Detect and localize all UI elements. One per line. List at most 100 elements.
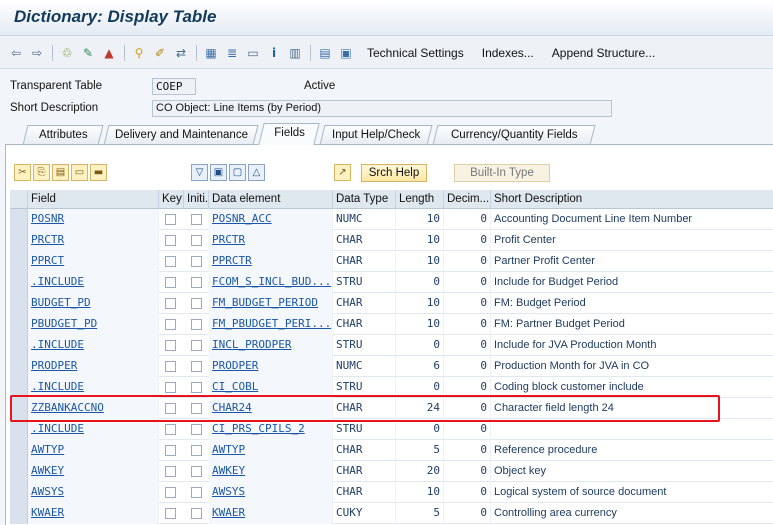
length-cell[interactable]: 0 xyxy=(396,419,444,440)
column-header-data-element[interactable]: Data element xyxy=(209,190,333,209)
row-selector[interactable] xyxy=(10,461,28,482)
initial-values-checkbox[interactable] xyxy=(191,487,202,498)
field-name-cell[interactable]: PRCTR xyxy=(28,230,159,251)
initial-values-checkbox[interactable] xyxy=(191,277,202,288)
decimals-cell[interactable]: 0 xyxy=(444,272,491,293)
key-checkbox[interactable] xyxy=(165,319,176,330)
table-row[interactable]: PBUDGET_PD FM_PBUDGET_PERI... CHAR 10 0 FM: P… xyxy=(10,314,773,335)
column-header-data-type[interactable]: Data Type xyxy=(333,190,396,209)
row-selector[interactable] xyxy=(10,377,28,398)
row-selector[interactable] xyxy=(10,419,28,440)
data-element-cell[interactable]: PRODPER xyxy=(209,356,333,377)
built-in-type-button[interactable]: Built-In Type xyxy=(454,164,550,182)
decimals-cell[interactable]: 0 xyxy=(444,461,491,482)
key-checkbox[interactable] xyxy=(165,214,176,225)
length-cell[interactable]: 10 xyxy=(396,293,444,314)
column-header-decimals[interactable]: Decim... xyxy=(444,190,491,209)
data-element-cell[interactable]: CHAR24 xyxy=(209,398,333,419)
key-checkbox[interactable] xyxy=(165,340,176,351)
table-row[interactable]: KWAER KWAER CUKY 5 0 Controlling area currenc… xyxy=(10,503,773,524)
display-change-icon[interactable]: ✎ xyxy=(80,45,96,61)
row-selector[interactable] xyxy=(10,335,28,356)
initial-values-checkbox[interactable] xyxy=(191,445,202,456)
indexes-button[interactable]: Indexes... xyxy=(482,46,534,60)
tab-input-help-check[interactable]: Input Help/Check xyxy=(319,125,433,145)
edit-object-icon[interactable]: ✐ xyxy=(152,45,168,61)
copy-icon[interactable]: ⎘ xyxy=(33,164,50,181)
tab-attributes[interactable]: Attributes xyxy=(22,125,104,145)
key-checkbox[interactable] xyxy=(165,256,176,267)
data-type-cell[interactable]: STRU xyxy=(333,272,396,293)
key-checkbox[interactable] xyxy=(165,298,176,309)
decimals-cell[interactable]: 0 xyxy=(444,293,491,314)
data-type-cell[interactable]: CHAR xyxy=(333,440,396,461)
length-cell[interactable]: 5 xyxy=(396,440,444,461)
column-header-short-description[interactable]: Short Description xyxy=(491,190,773,209)
data-type-cell[interactable]: CHAR xyxy=(333,482,396,503)
short-description-field[interactable]: CO Object: Line Items (by Period) xyxy=(152,100,612,117)
field-name-cell[interactable]: AWSYS xyxy=(28,482,159,503)
length-cell[interactable]: 0 xyxy=(396,377,444,398)
tab-delivery-maintenance[interactable]: Delivery and Maintenance xyxy=(103,125,259,145)
row-selector[interactable] xyxy=(10,230,28,251)
technical-settings-button[interactable]: Technical Settings xyxy=(367,46,464,60)
data-type-cell[interactable]: CHAR xyxy=(333,398,396,419)
row-selector[interactable] xyxy=(10,482,28,503)
decimals-cell[interactable]: 0 xyxy=(444,503,491,524)
column-header-key[interactable]: Key xyxy=(159,190,184,209)
field-name-cell[interactable]: ZZBANKACCNO xyxy=(28,398,159,419)
decimals-cell[interactable]: 0 xyxy=(444,314,491,335)
where-used-icon[interactable]: ⚲ xyxy=(131,45,147,61)
table-row[interactable]: PRCTR PRCTR CHAR 10 0 Profit Center xyxy=(10,230,773,251)
length-cell[interactable]: 10 xyxy=(396,314,444,335)
initial-values-checkbox[interactable] xyxy=(191,382,202,393)
tab-currency-quantity-fields[interactable]: Currency/Quantity Fields xyxy=(432,125,596,145)
length-cell[interactable]: 10 xyxy=(396,482,444,503)
length-cell[interactable]: 10 xyxy=(396,230,444,251)
length-cell[interactable]: 24 xyxy=(396,398,444,419)
field-name-cell[interactable]: PPRCT xyxy=(28,251,159,272)
data-element-cell[interactable]: FM_PBUDGET_PERI... xyxy=(209,314,333,335)
initial-values-checkbox[interactable] xyxy=(191,340,202,351)
search-help-icon[interactable]: ↗ xyxy=(334,164,351,181)
data-element-cell[interactable]: AWSYS xyxy=(209,482,333,503)
table-row[interactable]: ZZBANKACCNO CHAR24 CHAR 24 0 Character field … xyxy=(10,398,773,419)
key-checkbox[interactable] xyxy=(165,361,176,372)
graphic-icon[interactable]: ≣ xyxy=(224,45,240,61)
info-icon[interactable]: i xyxy=(266,45,282,61)
initial-values-checkbox[interactable] xyxy=(191,319,202,330)
length-cell[interactable]: 10 xyxy=(396,209,444,230)
decimals-cell[interactable]: 0 xyxy=(444,251,491,272)
data-element-cell[interactable]: PRCTR xyxy=(209,230,333,251)
data-type-cell[interactable]: STRU xyxy=(333,335,396,356)
initial-values-checkbox[interactable] xyxy=(191,403,202,414)
initial-values-checkbox[interactable] xyxy=(191,361,202,372)
length-cell[interactable]: 10 xyxy=(396,251,444,272)
select-all-icon[interactable]: ▣ xyxy=(210,164,227,181)
field-name-cell[interactable]: PBUDGET_PD xyxy=(28,314,159,335)
initial-values-checkbox[interactable] xyxy=(191,466,202,477)
entries-icon[interactable]: ▤ xyxy=(317,45,333,61)
initial-values-checkbox[interactable] xyxy=(191,235,202,246)
row-selector[interactable] xyxy=(10,314,28,335)
length-cell[interactable]: 5 xyxy=(396,503,444,524)
table-row[interactable]: PRODPER PRODPER NUMC 6 0 Production Month for… xyxy=(10,356,773,377)
row-selector[interactable] xyxy=(10,440,28,461)
key-checkbox[interactable] xyxy=(165,466,176,477)
row-selector[interactable] xyxy=(10,503,28,524)
initial-values-checkbox[interactable] xyxy=(191,508,202,519)
data-type-cell[interactable]: CUKY xyxy=(333,503,396,524)
decimals-cell[interactable]: 0 xyxy=(444,482,491,503)
filter-icon[interactable]: ▽ xyxy=(191,164,208,181)
data-element-cell[interactable]: FCOM_S_INCL_BUD... xyxy=(209,272,333,293)
data-type-cell[interactable]: NUMC xyxy=(333,356,396,377)
row-selector[interactable] xyxy=(10,356,28,377)
data-element-cell[interactable]: AWKEY xyxy=(209,461,333,482)
length-cell[interactable]: 0 xyxy=(396,335,444,356)
length-cell[interactable]: 0 xyxy=(396,272,444,293)
key-checkbox[interactable] xyxy=(165,508,176,519)
column-header-length[interactable]: Length xyxy=(396,190,444,209)
decimals-cell[interactable]: 0 xyxy=(444,398,491,419)
data-element-cell[interactable]: POSNR_ACC xyxy=(209,209,333,230)
key-checkbox[interactable] xyxy=(165,403,176,414)
